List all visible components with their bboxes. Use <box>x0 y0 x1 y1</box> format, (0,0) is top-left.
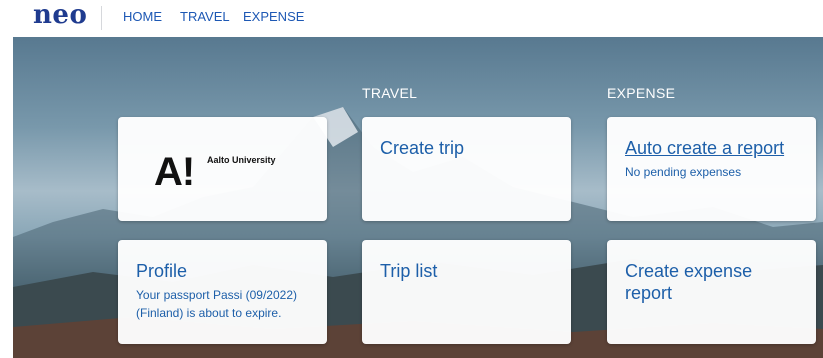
organization-card: A! Aalto University <box>118 117 327 221</box>
trip-list-card[interactable]: Trip list <box>362 240 571 344</box>
top-nav-bar: neo HOME TRAVEL EXPENSE <box>0 0 823 37</box>
profile-title[interactable]: Profile <box>136 260 187 282</box>
auto-create-report-link[interactable]: Auto create a report <box>625 137 784 159</box>
trip-list-title[interactable]: Trip list <box>380 260 437 282</box>
passport-expiry-message: Your passport Passi (09/2022) (Finland) … <box>136 288 297 320</box>
create-expense-report-title[interactable]: Create expense report <box>625 260 795 304</box>
travel-column-heading: TRAVEL <box>362 85 418 101</box>
expense-column-heading: EXPENSE <box>607 85 676 101</box>
create-expense-report-card[interactable]: Create expense report <box>607 240 816 344</box>
pending-expenses-status: No pending expenses <box>625 165 742 179</box>
auto-create-report-card[interactable]: Auto create a report No pending expenses <box>607 117 816 221</box>
create-trip-card[interactable]: Create trip <box>362 117 571 221</box>
aalto-logo-name: Aalto University <box>207 155 276 165</box>
create-trip-title[interactable]: Create trip <box>380 137 464 159</box>
nav-expense[interactable]: EXPENSE <box>243 9 304 24</box>
profile-card[interactable]: Profile Your passport Passi (09/2022) (F… <box>118 240 327 344</box>
nav-travel[interactable]: TRAVEL <box>180 9 230 24</box>
neo-logo[interactable]: neo <box>33 0 87 30</box>
nav-divider <box>101 6 102 30</box>
nav-home[interactable]: HOME <box>123 9 162 24</box>
aalto-logo-mark: A! <box>154 150 195 194</box>
